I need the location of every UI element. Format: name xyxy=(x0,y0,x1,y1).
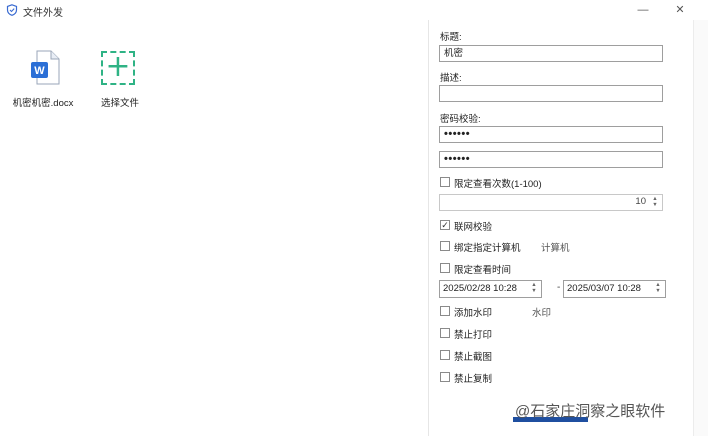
add-file-icon[interactable]: + xyxy=(101,51,135,85)
file-list-area[interactable]: W 机密机密.docx + 选择文件 xyxy=(0,20,428,436)
watermark-label: 添加水印 xyxy=(454,308,493,319)
limit-views-checkbox[interactable] xyxy=(440,177,450,187)
select-file-label: 选择文件 xyxy=(100,98,139,109)
view-count-value: 10 xyxy=(635,196,646,207)
minimize-button[interactable]: — xyxy=(628,0,658,20)
watermark-link[interactable]: 水印 xyxy=(532,305,551,319)
limit-time-checkbox[interactable] xyxy=(440,263,450,273)
no-print-label: 禁止打印 xyxy=(454,330,493,341)
bind-computer-checkbox[interactable] xyxy=(440,241,450,251)
limit-time-label: 限定查看时间 xyxy=(454,265,512,276)
view-count-stepper[interactable]: 10 ▲ ▼ xyxy=(439,194,663,211)
stepper-arrows-icon[interactable]: ▲ ▼ xyxy=(650,196,660,209)
start-datetime-picker[interactable]: 2025/02/28 10:28 ▲ ▼ xyxy=(439,280,542,298)
window-title: 文件外发 xyxy=(23,8,63,19)
select-file-button[interactable]: + 选择文件 xyxy=(80,50,160,116)
scrollbar[interactable] xyxy=(693,20,708,436)
password-confirm-input[interactable]: •••••• xyxy=(439,151,663,168)
title-bar: 文件外发 — ✕ xyxy=(0,0,708,20)
password-input[interactable]: •••••• xyxy=(439,126,663,143)
settings-panel: 标题: 机密 描述: 密码校验: •••••• •••••• 限定查看次数(1-… xyxy=(428,20,694,436)
word-doc-icon: W xyxy=(31,50,60,85)
title-input[interactable]: 机密 xyxy=(439,45,663,62)
file-name-label: 机密机密.docx xyxy=(12,98,74,109)
password-label: 密码校验: xyxy=(440,114,481,125)
overlay-watermark: @石家庄洞察之眼软件 xyxy=(515,403,666,420)
description-input[interactable] xyxy=(439,85,663,102)
computer-link[interactable]: 计算机 xyxy=(541,240,570,254)
close-button[interactable]: ✕ xyxy=(665,0,695,20)
end-stepper-icon[interactable]: ▲ ▼ xyxy=(653,282,663,295)
no-screenshot-label: 禁止截图 xyxy=(454,352,493,363)
start-stepper-icon[interactable]: ▲ ▼ xyxy=(529,282,539,295)
time-separator: - xyxy=(557,282,561,293)
description-label: 描述: xyxy=(440,73,462,84)
file-item-docx[interactable]: W 机密机密.docx xyxy=(3,50,83,116)
no-copy-checkbox[interactable] xyxy=(440,372,450,382)
end-datetime-picker[interactable]: 2025/03/07 10:28 ▲ ▼ xyxy=(563,280,666,298)
online-check-label: 联网校验 xyxy=(454,222,493,233)
no-screenshot-checkbox[interactable] xyxy=(440,350,450,360)
limit-views-label: 限定查看次数(1-100) xyxy=(454,179,542,190)
online-check-checkbox[interactable]: ✓ xyxy=(440,220,450,230)
no-print-checkbox[interactable] xyxy=(440,328,450,338)
time-range: 2025/02/28 10:28 ▲ ▼ - 2025/03/07 10:28 ▲… xyxy=(439,280,669,298)
shield-app-icon xyxy=(6,4,18,16)
svg-text:W: W xyxy=(34,65,45,77)
title-label: 标题: xyxy=(440,32,462,43)
bind-computer-label: 绑定指定计算机 xyxy=(454,243,521,254)
start-datetime-value: 2025/02/28 10:28 xyxy=(443,283,517,294)
end-datetime-value: 2025/03/07 10:28 xyxy=(567,283,641,294)
watermark-checkbox[interactable] xyxy=(440,306,450,316)
no-copy-label: 禁止复制 xyxy=(454,374,493,385)
